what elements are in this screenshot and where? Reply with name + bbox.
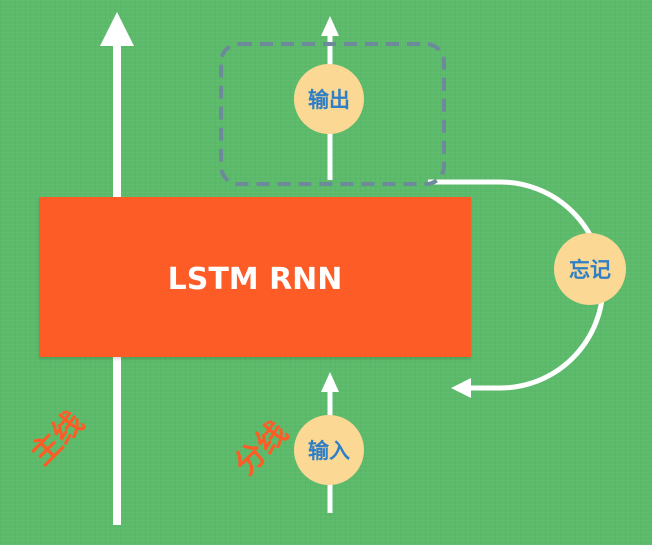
- input-gate-label: 输入: [308, 439, 350, 463]
- output-gate: 输出: [294, 64, 364, 134]
- lstm-rnn-box: LSTM RNN: [39, 197, 471, 357]
- lstm-rnn-title: LSTM RNN: [167, 261, 343, 297]
- diagram-canvas: LSTM RNN 输出 忘记 输入 主线 分线: [0, 0, 652, 545]
- forget-gate: 忘记: [554, 233, 626, 305]
- input-gate: 输入: [294, 415, 364, 485]
- output-gate-label: 输出: [308, 88, 350, 112]
- forget-gate-label: 忘记: [569, 258, 611, 282]
